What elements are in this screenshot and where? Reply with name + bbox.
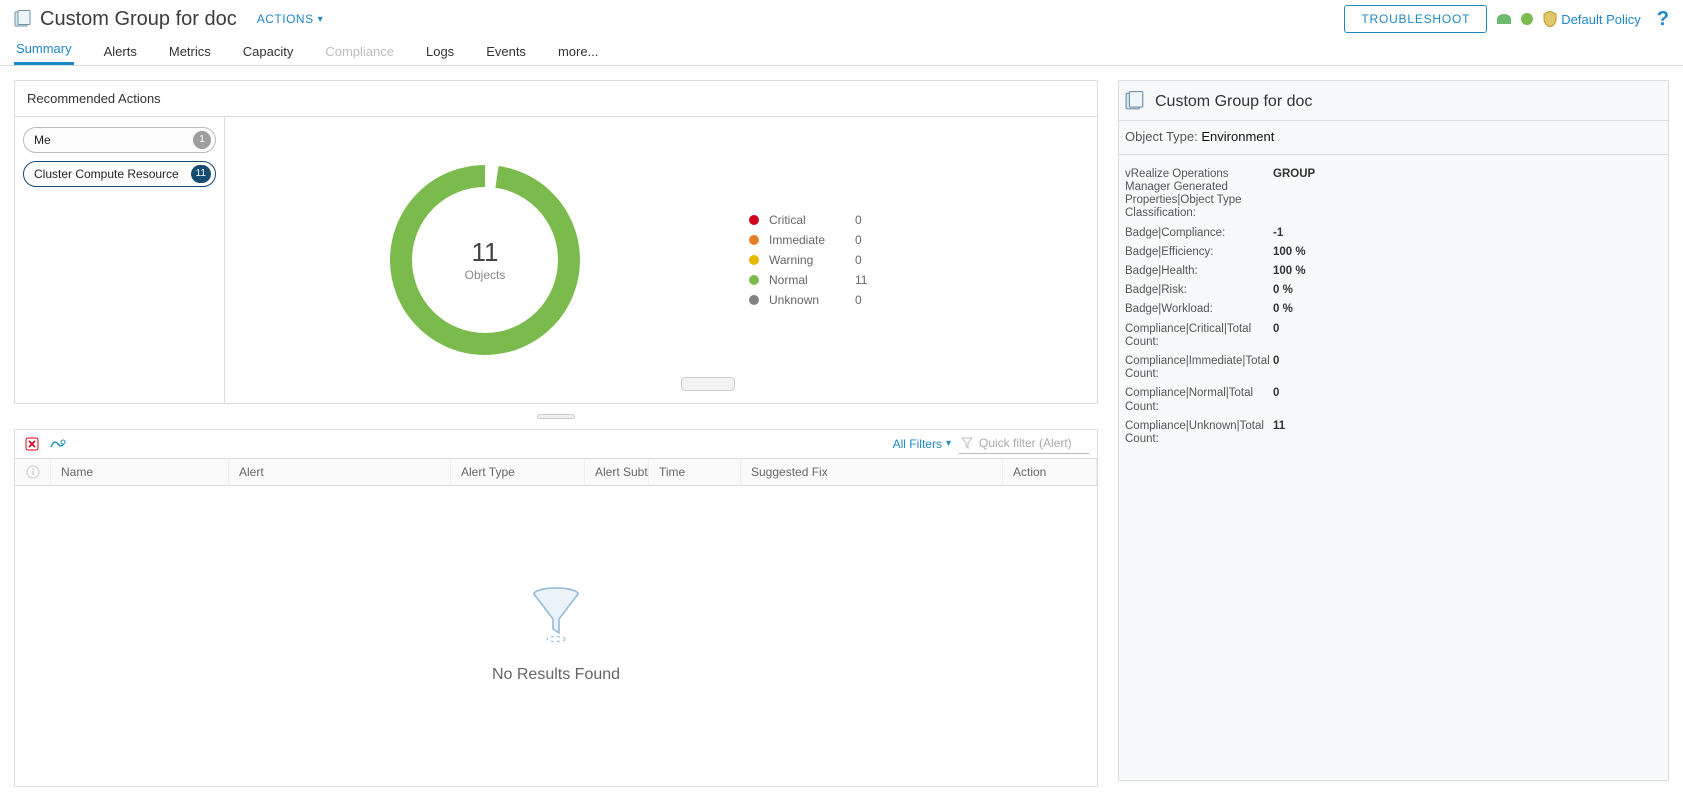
tab-more[interactable]: more...	[556, 44, 600, 65]
cancel-alert-icon[interactable]	[23, 435, 41, 453]
legend-critical: Critical 0	[749, 213, 1097, 227]
pill-count: 1	[193, 131, 211, 149]
col-time[interactable]: Time	[649, 459, 741, 485]
prop-row: Badge|Efficiency:100 %	[1125, 243, 1662, 262]
dot-icon	[749, 215, 759, 225]
col-name[interactable]: Name	[51, 459, 229, 485]
donut-chart: 11 Objects	[225, 117, 745, 403]
policy-label: Default Policy	[1561, 12, 1640, 27]
pill-label: Me	[34, 133, 51, 147]
chevron-down-icon: ▾	[318, 14, 324, 25]
tab-bar: Summary Alerts Metrics Capacity Complian…	[0, 36, 1683, 66]
alerts-empty-state: No Results Found	[15, 486, 1097, 786]
tab-capacity[interactable]: Capacity	[241, 44, 296, 65]
status-badge-first	[1497, 14, 1511, 24]
prop-row: Compliance|Unknown|Total Count:11	[1125, 417, 1662, 449]
suppress-alert-icon[interactable]	[49, 435, 67, 453]
col-status-icon[interactable]	[15, 459, 51, 485]
pill-label: Cluster Compute Resource	[34, 167, 179, 181]
tab-metrics[interactable]: Metrics	[167, 44, 213, 65]
prop-row: Badge|Workload:0 %	[1125, 300, 1662, 319]
dot-icon	[749, 295, 759, 305]
col-alert[interactable]: Alert	[229, 459, 451, 485]
object-type-value: Environment	[1201, 129, 1274, 144]
dot-icon	[749, 255, 759, 265]
object-detail-panel: Custom Group for doc Object Type: Enviro…	[1118, 80, 1669, 781]
legend-normal: Normal 11	[749, 273, 1097, 287]
status-badge-second	[1521, 13, 1533, 25]
object-type-label: Object Type:	[1125, 129, 1198, 144]
legend-warning: Warning 0	[749, 253, 1097, 267]
prop-row: vRealize Operations Manager Generated Pr…	[1125, 165, 1662, 224]
group-icon	[1125, 91, 1145, 114]
default-policy-link[interactable]: Default Policy	[1543, 11, 1640, 27]
actions-dropdown[interactable]: ACTIONS ▾	[257, 12, 323, 26]
col-alert-type[interactable]: Alert Type	[451, 459, 585, 485]
empty-label: No Results Found	[492, 666, 620, 684]
prop-row: Compliance|Normal|Total Count:0	[1125, 384, 1662, 416]
tab-events[interactable]: Events	[484, 44, 528, 65]
prop-row: Badge|Compliance:-1	[1125, 224, 1662, 243]
col-alert-subtype[interactable]: Alert Subt...	[585, 459, 649, 485]
recommended-filter-pills: Me 1 Cluster Compute Resource 11	[15, 117, 225, 403]
prop-row: Compliance|Immediate|Total Count:0	[1125, 352, 1662, 384]
troubleshoot-button[interactable]: TROUBLESHOOT	[1344, 5, 1487, 33]
legend-unknown: Unknown 0	[749, 293, 1097, 307]
page-title: Custom Group for doc	[40, 8, 237, 31]
col-action[interactable]: Action	[1003, 459, 1097, 485]
funnel-icon	[529, 587, 583, 648]
panel-splitter[interactable]	[14, 414, 1098, 419]
donut-sublabel: Objects	[465, 268, 506, 282]
prop-row: Compliance|Critical|Total Count:0	[1125, 320, 1662, 352]
object-properties: vRealize Operations Manager Generated Pr…	[1119, 155, 1668, 460]
status-legend: Critical 0 Immediate 0 Warning 0	[745, 117, 1097, 403]
recommended-actions-panel: Recommended Actions Me 1 Cluster Compute…	[14, 80, 1098, 404]
pill-cluster-compute-resource[interactable]: Cluster Compute Resource 11	[23, 161, 216, 187]
prop-row: Badge|Risk:0 %	[1125, 281, 1662, 300]
group-icon	[14, 10, 32, 28]
alerts-panel: All Filters ▾ Name Alert Alert Type A	[14, 429, 1098, 787]
tab-alerts[interactable]: Alerts	[102, 44, 139, 65]
chevron-down-icon: ▾	[946, 438, 951, 449]
tab-logs[interactable]: Logs	[424, 44, 456, 65]
side-title: Custom Group for doc	[1155, 93, 1312, 111]
filter-icon	[961, 437, 973, 449]
policy-icon	[1543, 11, 1557, 27]
col-suggested-fix[interactable]: Suggested Fix	[741, 459, 1003, 485]
legend-immediate: Immediate 0	[749, 233, 1097, 247]
prop-row: Badge|Health:100 %	[1125, 262, 1662, 281]
quick-filter-field[interactable]	[959, 434, 1089, 454]
alerts-table-header: Name Alert Alert Type Alert Subt... Time…	[15, 459, 1097, 486]
actions-label: ACTIONS	[257, 12, 314, 26]
tab-compliance: Compliance	[323, 44, 396, 65]
help-icon[interactable]: ?	[1657, 8, 1669, 31]
quick-filter-input[interactable]	[977, 435, 1087, 451]
resize-handle[interactable]	[681, 377, 735, 391]
dot-icon	[749, 235, 759, 245]
all-filters-label: All Filters	[893, 437, 942, 451]
recommended-actions-heading: Recommended Actions	[15, 81, 1097, 117]
info-icon	[26, 465, 40, 479]
donut-count: 11	[472, 237, 499, 268]
dot-icon	[749, 275, 759, 285]
pill-count: 11	[191, 165, 211, 183]
pill-me[interactable]: Me 1	[23, 127, 216, 153]
all-filters-dropdown[interactable]: All Filters ▾	[893, 437, 951, 451]
tab-summary[interactable]: Summary	[14, 41, 74, 65]
